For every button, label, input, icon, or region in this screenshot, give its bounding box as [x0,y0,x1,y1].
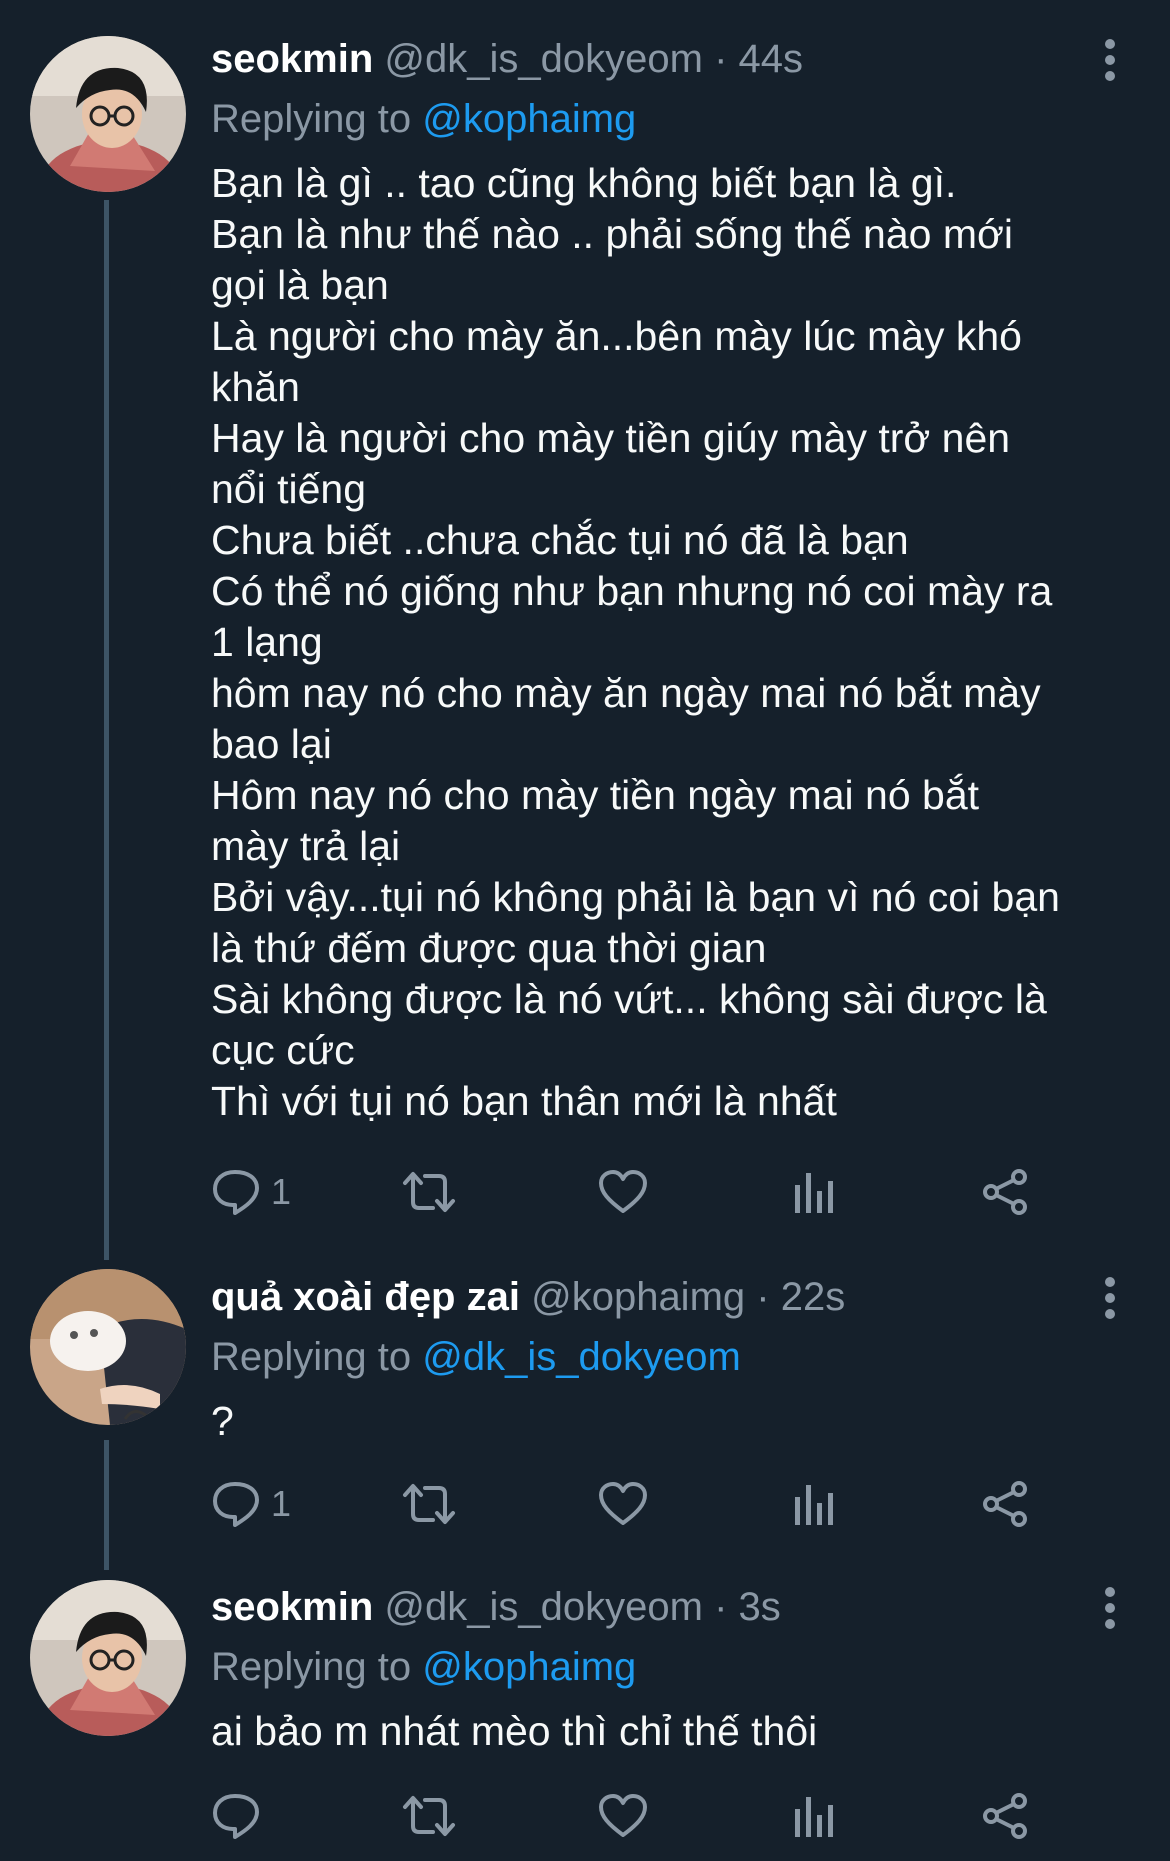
tweet-line: Sài không được là nó vứt... không sài đư… [211,976,1047,1022]
views-chart-icon [793,1169,833,1215]
heart-icon [598,1793,648,1839]
tweet-line: Có thể nó giống như bạn nhưng nó coi mày… [211,568,1053,614]
retweet-button[interactable] [401,1786,457,1846]
reply-count: 1 [271,1483,292,1524]
separator-dot: · [714,37,728,81]
tweet-line: Thì với tụi nó bạn thân mới là nhất [211,1078,837,1124]
tweet-text: Bạn là gì .. tao cũng không biết bạn là … [211,158,1130,1127]
share-button[interactable] [981,1162,1029,1222]
retweet-icon [401,1792,457,1840]
tweet-line: Hay là người cho mày tiền giúy mày trở n… [211,415,1011,461]
avatar[interactable] [30,1269,186,1425]
views-button[interactable] [793,1162,833,1222]
tweet-actions: 1 [211,1162,1041,1222]
views-button[interactable] [793,1786,833,1846]
like-button[interactable] [598,1162,648,1222]
tweet-actions: 1 [211,1474,1041,1534]
share-icon [981,1481,1029,1527]
tweet-line: 1 lạng [211,619,323,665]
replying-to-label: Replying to [211,97,412,141]
tweet-line: Bạn là gì .. tao cũng không biết bạn là … [211,160,957,206]
views-chart-icon [793,1481,833,1527]
reply-button[interactable] [211,1786,261,1846]
replying-to-label: Replying to [211,1335,412,1379]
retweet-icon [401,1168,457,1216]
reply-icon [211,1792,261,1840]
more-options-icon[interactable] [1090,1276,1130,1320]
reply-icon [211,1168,261,1216]
heart-icon [598,1169,648,1215]
timestamp[interactable]: 22s [781,1275,846,1319]
tweet-line: bao lại [211,721,332,767]
views-chart-icon [793,1793,833,1839]
user-handle[interactable]: @kophaimg [531,1275,745,1319]
tweet-line: Hôm nay nó cho mày tiền ngày mai nó bắt [211,772,980,818]
tweet-line: hôm nay nó cho mày ăn ngày mai nó bắt mà… [211,670,1041,716]
tweet-line: gọi là bạn [211,262,389,308]
tweet-line: Bởi vậy...tụi nó không phải là bạn vì nó… [211,874,1060,920]
heart-icon [598,1481,648,1527]
user-handle[interactable]: @dk_is_dokyeom [384,1585,703,1629]
replying-to: Replying to @kophaimg [211,1642,1130,1692]
more-options-icon[interactable] [1090,38,1130,82]
tweet-line: Chưa biết ..chưa chắc tụi nó đã là bạn [211,517,909,563]
tweet-header: seokmin @dk_is_dokyeom · 3s [211,1582,1130,1642]
tweet-text: ai bảo m nhát mèo thì chỉ thế thôi [211,1706,1130,1757]
tweet-line: ? [211,1398,234,1444]
tweet-header: quả xoài đẹp zai @kophaimg · 22s [211,1272,1130,1332]
like-button[interactable] [598,1786,648,1846]
mention-link[interactable]: @kophaimg [422,1645,636,1689]
more-options-icon[interactable] [1090,1586,1130,1630]
tweet-line: mày trả lại [211,823,401,869]
display-name[interactable]: quả xoài đẹp zai [211,1275,520,1319]
tweet-text: ? [211,1396,1130,1447]
display-name[interactable]: seokmin [211,37,373,81]
reply-button[interactable]: 1 [211,1474,291,1534]
avatar[interactable] [30,1580,186,1736]
user-handle[interactable]: @dk_is_dokyeom [384,37,703,81]
tweet-line: Bạn là như thế nào .. phải sống thế nào … [211,211,1013,257]
tweet-3[interactable]: seokmin @dk_is_dokyeom · 3s Replying to … [0,1550,1170,1861]
retweet-button[interactable] [401,1162,457,1222]
share-button[interactable] [981,1474,1029,1534]
timestamp[interactable]: 3s [739,1585,781,1629]
tweet-line: nổi tiếng [211,466,367,512]
tweet-line: Là người cho mày ăn...bên mày lúc mày kh… [211,313,1022,359]
tweet-2[interactable]: quả xoài đẹp zai @kophaimg · 22s Replyin… [0,1240,1170,1550]
share-icon [981,1793,1029,1839]
mention-link[interactable]: @dk_is_dokyeom [422,1335,741,1379]
separator-dot: · [756,1275,770,1319]
retweet-button[interactable] [401,1474,457,1534]
reply-icon [211,1480,261,1528]
tweet-1[interactable]: seokmin @dk_is_dokyeom · 44s Replying to… [0,0,1170,1240]
tweet-line: khăn [211,364,300,410]
avatar[interactable] [30,36,186,192]
replying-to: Replying to @dk_is_dokyeom [211,1332,1130,1382]
retweet-icon [401,1480,457,1528]
tweet-line: cục cức [211,1027,355,1073]
reply-button[interactable]: 1 [211,1162,291,1222]
like-button[interactable] [598,1474,648,1534]
tweet-line: là thứ đếm được qua thời gian [211,925,767,971]
timestamp[interactable]: 44s [739,37,804,81]
reply-count: 1 [271,1171,292,1212]
share-button[interactable] [981,1786,1029,1846]
tweet-line: ai bảo m nhát mèo thì chỉ thế thôi [211,1708,818,1754]
display-name[interactable]: seokmin [211,1585,373,1629]
separator-dot: · [714,1585,728,1629]
mention-link[interactable]: @kophaimg [422,97,636,141]
tweet-actions [211,1786,1041,1846]
views-button[interactable] [793,1474,833,1534]
replying-to: Replying to @kophaimg [211,94,1130,144]
tweet-header: seokmin @dk_is_dokyeom · 44s [211,34,1130,94]
replying-to-label: Replying to [211,1645,412,1689]
share-icon [981,1169,1029,1215]
